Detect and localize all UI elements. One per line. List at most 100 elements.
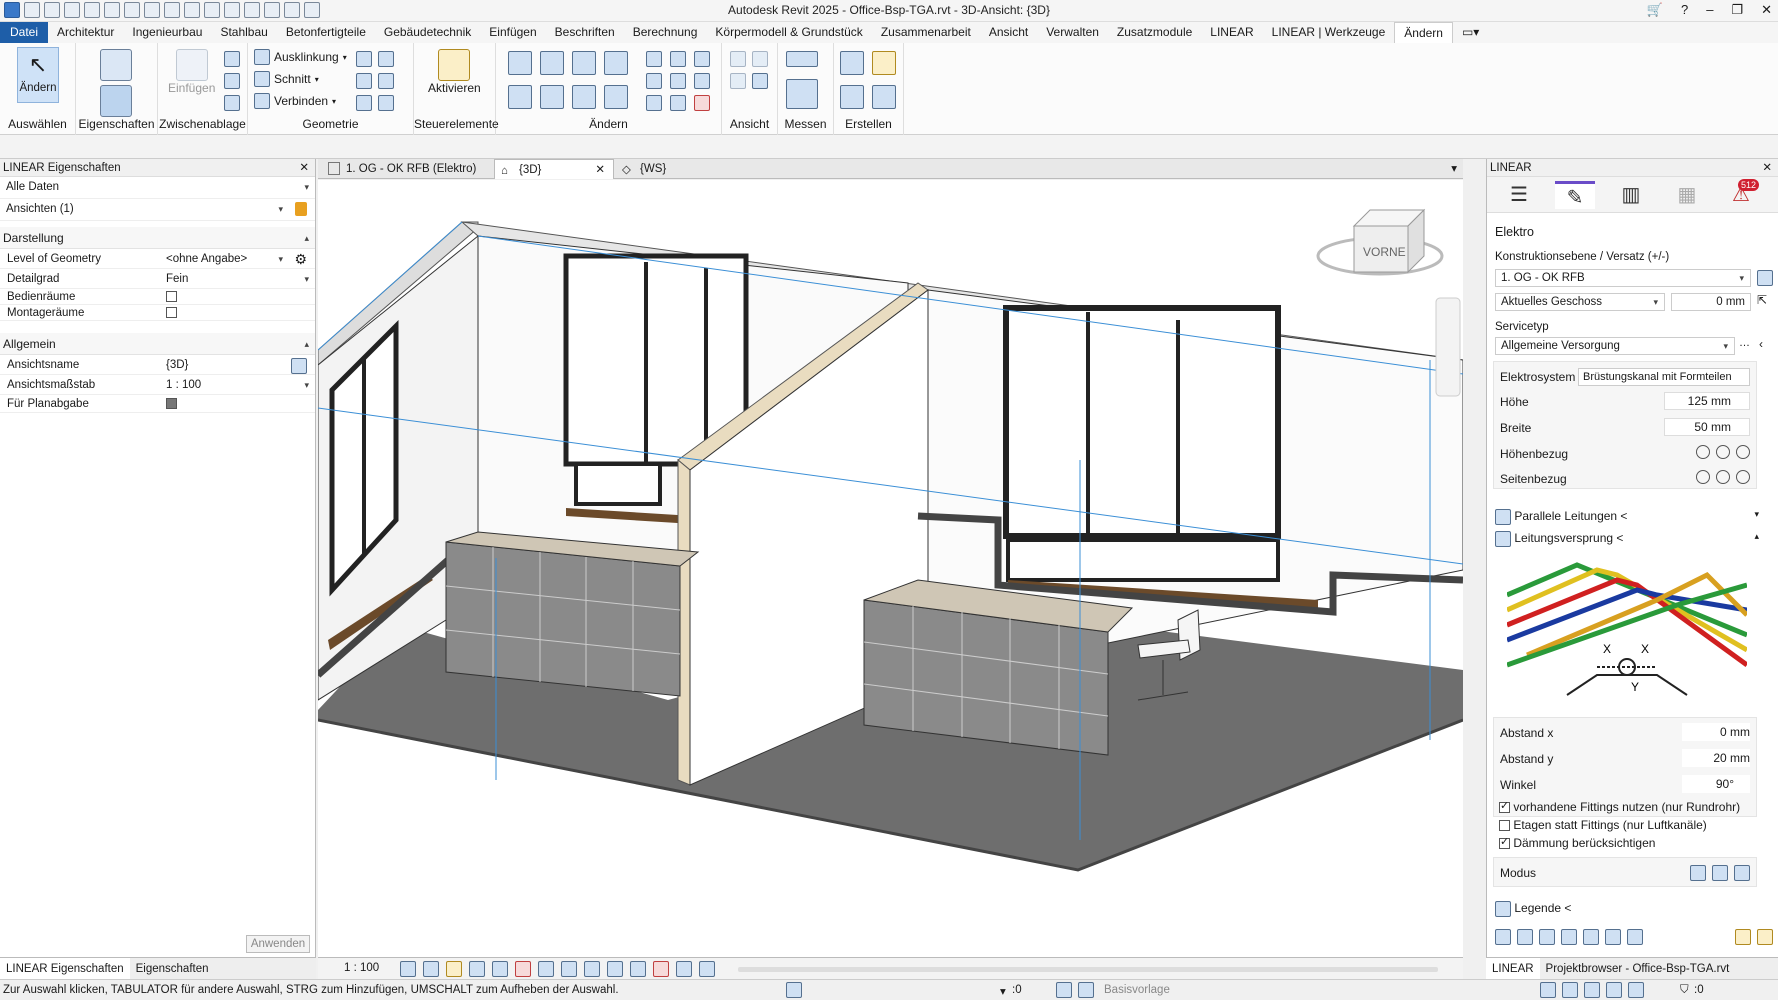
select-underlay-icon[interactable] [1562,982,1578,998]
pick-level-icon[interactable]: ⇱ [1757,293,1767,307]
option-insulation[interactable]: Dämmung berücksichtigen [1499,835,1655,850]
montageraeume-checkbox[interactable] [166,307,177,319]
distance-y-input[interactable]: 20 mm [1682,749,1750,767]
align-icon[interactable] [508,51,532,75]
height-ref-center-icon[interactable] [1716,444,1730,459]
tab-manage[interactable]: Verwalten [1037,22,1108,43]
section-general[interactable]: Allgemein ▴ [0,333,315,355]
filter-view-icon[interactable] [752,73,768,89]
join-button[interactable]: Verbinden ▾ [254,93,336,109]
tab-precast[interactable]: Betonfertigteile [277,22,375,43]
horizontal-scrollbar[interactable] [738,967,1438,972]
tab-ws[interactable]: ◇ {WS} [616,159,726,179]
rotate-icon[interactable] [572,85,596,109]
side-ref-center-icon[interactable] [1716,469,1730,484]
temp-hide-icon[interactable] [584,961,600,977]
activate-button[interactable]: Aktivieren [428,49,481,95]
create-similar-icon[interactable] [872,85,896,109]
tab-systems[interactable]: Gebäudetechnik [375,22,480,43]
drag-elements-icon[interactable] [1628,982,1644,998]
tab-menu-icon[interactable]: ▾ [1451,161,1457,175]
tool-2-icon[interactable] [1517,929,1533,945]
width-input[interactable]: 50 mm [1664,418,1750,436]
line-jump-row[interactable]: Leitungsversprung < ▴ [1495,531,1759,547]
demolish-icon[interactable] [378,73,394,89]
tab-collaborate[interactable]: Zusammenarbeit [872,22,980,43]
lock-view-icon[interactable] [561,961,577,977]
render-icon[interactable] [492,961,508,977]
gear-icon[interactable]: ⚙ [294,249,307,269]
measure-distance-icon[interactable] [786,51,818,67]
split-gap-icon[interactable] [670,51,686,67]
rename-icon[interactable] [291,358,307,374]
offset-input[interactable]: 0 mm [1671,293,1751,311]
create-assembly-icon[interactable] [840,85,864,109]
chevron-down-icon[interactable]: ▾ [304,269,309,289]
reveal-hidden-icon[interactable] [607,961,623,977]
modify-button[interactable]: ↖ Ändern [17,47,59,103]
tab-modify[interactable]: Ändern [1394,21,1453,44]
height-input[interactable]: 125 mm [1664,392,1750,410]
hide-icon[interactable] [730,51,746,67]
close-icon[interactable]: ✕ [1761,2,1772,18]
contextual-tab-icon[interactable]: ▭▾ [1453,22,1488,43]
trim-icon[interactable] [604,85,628,109]
angle-dropdown[interactable]: 90° [1682,775,1750,793]
tab-properties[interactable]: Eigenschaften [130,958,215,979]
tool-1-icon[interactable] [1495,929,1511,945]
copy-icon[interactable] [224,73,240,89]
parallel-lines-row[interactable]: Parallele Leitungen < ▾ [1495,509,1759,525]
mode-2-icon[interactable] [1712,865,1728,881]
edit-icon[interactable]: ✎ [1555,181,1595,209]
split-icon[interactable] [646,51,662,67]
side-ref-left-icon[interactable] [1696,469,1710,484]
visual-style-icon[interactable] [423,961,439,977]
create-part-icon[interactable] [840,51,864,75]
design-options-icon[interactable]: ▾ [1000,984,1006,998]
cart-icon[interactable]: 🛒 [1647,2,1663,18]
tab-view[interactable]: Ansicht [980,22,1037,43]
pin-icon[interactable] [694,73,710,89]
close-panel-icon[interactable]: ✕ [299,159,309,177]
bedienraeume-checkbox[interactable] [166,291,177,303]
worksets-icon[interactable] [786,982,802,998]
selection-dropdown[interactable]: Ansichten (1) ▾ [0,199,315,221]
detail-level-icon[interactable] [400,961,416,977]
show-crop-icon[interactable] [538,961,554,977]
type-properties-icon[interactable] [100,49,132,81]
tool-7-icon[interactable] [1627,929,1643,945]
constraints-icon[interactable] [676,961,692,977]
mode-3-icon[interactable] [1734,865,1750,881]
unpin-icon[interactable] [694,51,710,67]
tab-linear-tools[interactable]: LINEAR | Werkzeuge [1263,22,1395,43]
tool-3-icon[interactable] [1539,929,1555,945]
electrical-system-dropdown[interactable]: Brüstungskanal mit Formteilen [1578,368,1750,386]
option-levels-instead[interactable]: Etagen statt Fittings (nur Luftkanäle) [1499,818,1707,832]
service-type-dropdown[interactable]: Allgemeine Versorgung ▾ [1495,337,1735,355]
tab-project-browser[interactable]: Projektbrowser - Office-Bsp-TGA.rvt [1540,958,1736,979]
tab-architecture[interactable]: Architektur [48,22,123,43]
override-icon[interactable] [752,51,768,67]
tab-insert[interactable]: Einfügen [480,22,545,43]
offset-icon[interactable] [540,51,564,75]
plan-release-checkbox[interactable] [166,398,177,410]
select-pinned-icon[interactable] [1584,982,1600,998]
array-icon[interactable] [646,73,662,89]
tab-massing[interactable]: Körpermodell & Grundstück [706,22,871,43]
copy-element-icon[interactable] [540,85,564,109]
group-label-select[interactable]: Auswählen [0,117,75,131]
sun-path-icon[interactable] [446,961,462,977]
menu-icon[interactable]: ☰ [1499,181,1539,209]
scale-icon[interactable] [670,73,686,89]
close-tab-icon[interactable]: ✕ [595,160,605,180]
crop-view-icon[interactable] [515,961,531,977]
calculator-icon[interactable]: ▦ [1667,181,1707,209]
dimension-aligned-icon[interactable] [786,79,818,109]
trim-multiple-icon[interactable] [646,95,662,111]
properties-icon[interactable] [100,85,132,117]
tab-addins[interactable]: Zusatzmodule [1108,22,1201,43]
tab-linear[interactable]: LINEAR [1201,22,1262,43]
collapse-left-icon[interactable]: ‹ [1759,337,1763,351]
wall-joins-icon[interactable] [356,51,372,67]
tab-structure[interactable]: Ingenieurbau [123,22,211,43]
